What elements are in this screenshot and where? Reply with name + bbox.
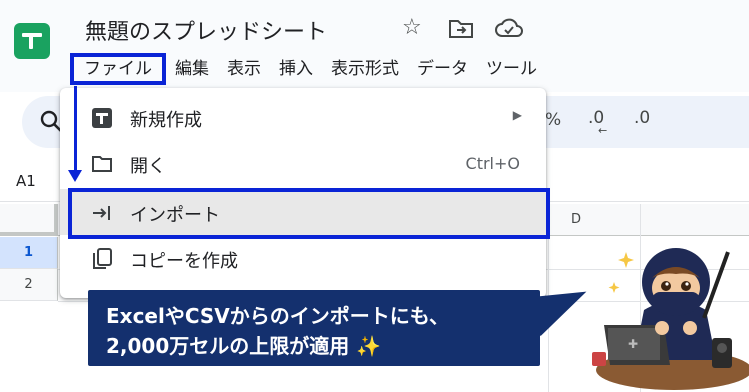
document-title[interactable]: 無題のスプレッドシート [85, 14, 327, 46]
menu-tools[interactable]: ツール [477, 54, 546, 84]
decrease-decimal-button[interactable]: .0 ← [588, 108, 607, 137]
menu-item-label: 新規作成 [130, 110, 202, 131]
callout-text-line-2: 2,000万セルの上限が適用 ✨ [106, 330, 381, 359]
menu-format[interactable]: 表示形式 [322, 54, 408, 84]
sheets-logo[interactable] [14, 23, 50, 59]
submenu-arrow-icon: ▶ [512, 108, 522, 122]
shortcut-label: Ctrl+O [465, 154, 520, 173]
menu-insert[interactable]: 挿入 [270, 54, 322, 84]
menu-edit[interactable]: 編集 [166, 54, 218, 84]
menu-file[interactable]: ファイル [70, 53, 166, 85]
row-header-2[interactable]: 2 [0, 269, 58, 301]
menu-item-label: 開く [130, 156, 166, 177]
cloud-saved-icon[interactable] [494, 18, 524, 40]
menu-view[interactable]: 表示 [218, 54, 270, 84]
menu-item-open[interactable]: 開く Ctrl+O [60, 140, 546, 186]
star-icon[interactable]: ☆ [402, 16, 422, 40]
move-folder-icon[interactable] [448, 18, 474, 40]
percent-format-button[interactable]: % [545, 110, 561, 130]
ninja-mascot-illustration: ✚ [592, 248, 749, 390]
select-all-corner[interactable] [0, 204, 58, 236]
menu-data[interactable]: データ [408, 54, 477, 84]
menu-item-label: コピーを作成 [130, 251, 238, 272]
annotation-arrow-line [74, 86, 77, 172]
logo-stem [29, 33, 33, 49]
new-sheet-icon [92, 108, 112, 128]
arrow-left-icon: ← [598, 124, 608, 137]
sparkle-icon: ✨ [356, 334, 382, 358]
increase-decimal-button[interactable]: .0 [634, 108, 650, 128]
folder-icon [92, 156, 112, 172]
column-header-d[interactable]: D [571, 212, 581, 227]
arrow-down-icon [68, 170, 82, 182]
menu-item-new[interactable]: 新規作成 ▶ [60, 94, 546, 140]
row-header-1[interactable]: 1 [0, 237, 58, 269]
svg-text:✚: ✚ [628, 337, 638, 351]
name-box[interactable]: A1 [16, 172, 36, 190]
menu-bar: ファイル 編集 表示 挿入 表示形式 データ ツール [70, 53, 546, 85]
import-highlight-frame [68, 188, 550, 239]
callout-text-line-1: ExcelやCSVからのインポートにも、 [106, 304, 450, 328]
callout-box: ExcelやCSVからのインポートにも、 2,000万セルの上限が適用 ✨ [88, 290, 540, 366]
callout-text-line-2-body: 2,000万セルの上限が適用 [106, 334, 350, 358]
copy-icon [93, 248, 112, 269]
menu-item-make-copy[interactable]: コピーを作成 [60, 235, 546, 281]
